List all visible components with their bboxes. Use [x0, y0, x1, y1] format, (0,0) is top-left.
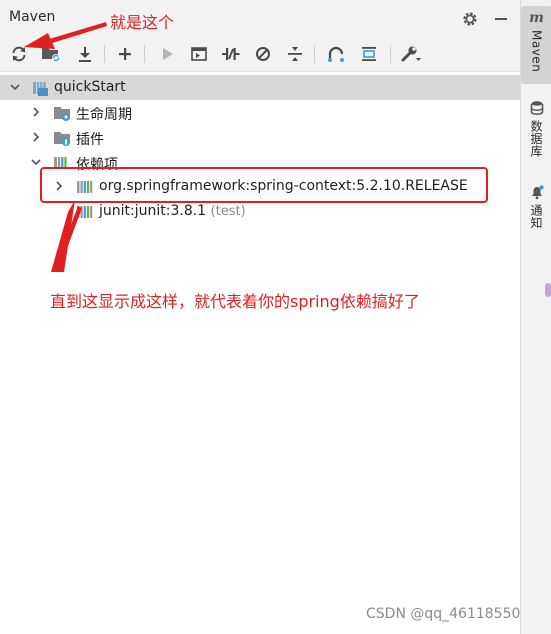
database-tool-tab[interactable]: 数据库 [521, 100, 551, 158]
annotation-bottom-note: 直到这显示成这样，就代表着你的spring依赖搞好了 [50, 292, 420, 311]
notifications-tab-label: 通知 [529, 204, 543, 229]
maven-tab-label: Maven [529, 30, 544, 73]
annotation-top-note: 就是这个 [110, 13, 175, 32]
notifications-tool-tab[interactable]: 通知 [521, 184, 551, 229]
right-tool-strip: m Maven 数据库 通知 [520, 0, 551, 634]
csdn-watermark: CSDN @qq_46118550 [366, 606, 521, 622]
arrow-to-dependency [51, 200, 82, 272]
annotation-arrows [24, 22, 107, 272]
arrow-to-reload [24, 22, 107, 49]
database-icon [530, 101, 543, 115]
maven-tool-tab[interactable]: m Maven [521, 6, 551, 84]
maven-m-icon: m [529, 10, 544, 26]
database-tab-label: 数据库 [529, 120, 543, 158]
bell-icon [531, 185, 544, 200]
background-app-fragment [545, 283, 551, 297]
